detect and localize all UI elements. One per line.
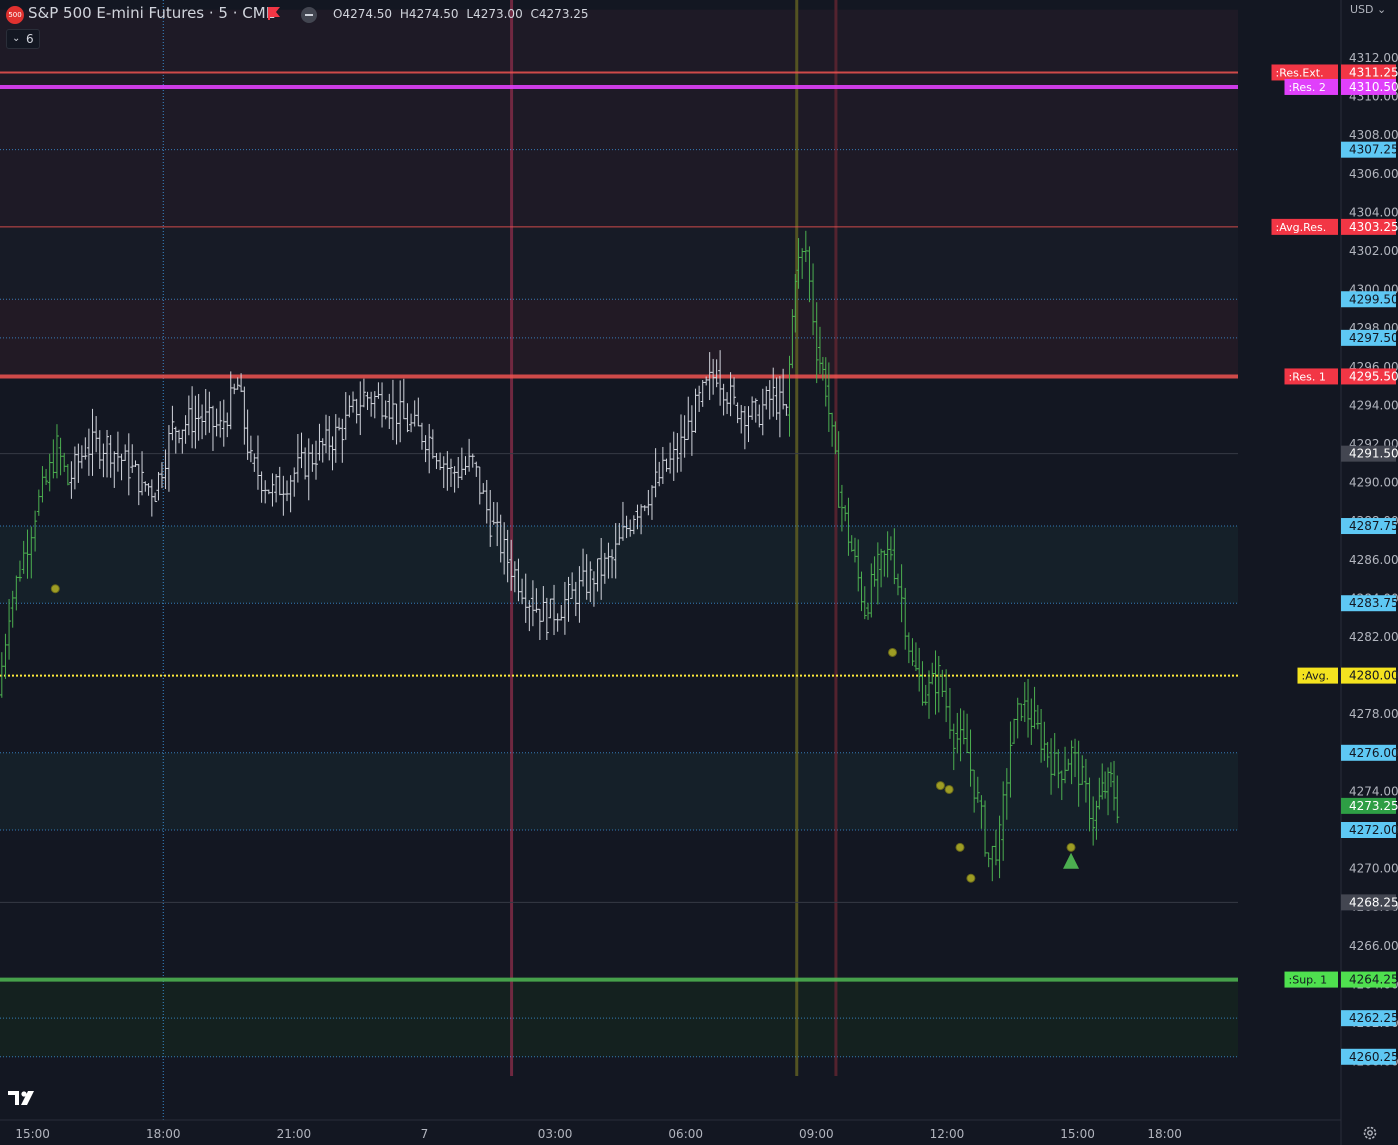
symbol-title[interactable]: S&P 500 E-mini Futures · 5 · CME bbox=[28, 4, 275, 22]
signal-dot bbox=[50, 584, 60, 594]
y-tick-label: 4278.00 bbox=[1349, 707, 1398, 721]
currency-selector[interactable]: USD ⌄ bbox=[1350, 3, 1386, 16]
level-label: :Res.Ext. bbox=[1276, 66, 1324, 79]
y-tick-label: 4266.00 bbox=[1349, 939, 1398, 953]
level-label: :Avg.Res. bbox=[1276, 221, 1327, 234]
signal-dot bbox=[888, 647, 898, 657]
price-tag-value: 4291.50 bbox=[1349, 447, 1398, 461]
x-tick-label: 21:00 bbox=[277, 1127, 312, 1141]
x-tick-label: 18:00 bbox=[1147, 1127, 1182, 1141]
x-tick-label: 09:00 bbox=[799, 1127, 834, 1141]
y-tick-label: 4274.00 bbox=[1349, 784, 1398, 798]
zone-band bbox=[0, 752, 1238, 830]
price-tag-value: 4311.25 bbox=[1349, 65, 1398, 79]
price-tag-value: 4272.00 bbox=[1349, 823, 1398, 837]
ohlc-high: H4274.50 bbox=[399, 7, 459, 21]
price-tag-value: 4260.25 bbox=[1349, 1050, 1398, 1064]
indicators-count: 6 bbox=[26, 32, 34, 46]
price-tag-value: 4280.00 bbox=[1349, 669, 1398, 683]
y-tick-label: 4304.00 bbox=[1349, 205, 1398, 219]
level-label: :Sup. 1 bbox=[1289, 974, 1328, 987]
price-chart[interactable]: 4312.004310.004308.004306.004304.004302.… bbox=[0, 0, 1398, 1145]
signal-dot bbox=[966, 873, 976, 883]
symbol-logo-icon: 500 bbox=[6, 6, 24, 24]
signal-dot bbox=[1066, 842, 1076, 852]
x-tick-label: 15:00 bbox=[1060, 1127, 1095, 1141]
x-tick-label: 15:00 bbox=[15, 1127, 50, 1141]
x-tick-label: 12:00 bbox=[930, 1127, 965, 1141]
price-tag-value: 4297.50 bbox=[1349, 331, 1398, 345]
y-tick-label: 4294.00 bbox=[1349, 398, 1398, 412]
ohlc-low: L4273.00 bbox=[466, 7, 523, 21]
ohlc-values: O4274.50 H4274.50 L4273.00 C4273.25 bbox=[333, 7, 593, 21]
price-tag-value: 4268.25 bbox=[1349, 895, 1398, 909]
price-tag-value: 4276.00 bbox=[1349, 746, 1398, 760]
price-tag-value: 4273.25 bbox=[1349, 799, 1398, 813]
y-tick-label: 4290.00 bbox=[1349, 476, 1398, 490]
price-tag-value: 4307.25 bbox=[1349, 143, 1398, 157]
x-tick-label: 06:00 bbox=[668, 1127, 703, 1141]
indicators-toggle-button[interactable]: ⌄ 6 bbox=[6, 29, 40, 49]
y-tick-label: 4302.00 bbox=[1349, 244, 1398, 258]
signal-dot bbox=[935, 781, 945, 791]
ohlc-close: C4273.25 bbox=[530, 7, 589, 21]
zone-band bbox=[0, 226, 1238, 300]
x-tick-label: 18:00 bbox=[146, 1127, 181, 1141]
price-tag-value: 4283.75 bbox=[1349, 596, 1398, 610]
gear-icon[interactable] bbox=[1362, 1125, 1378, 1141]
currency-label: USD bbox=[1350, 3, 1374, 16]
level-label: :Avg. bbox=[1302, 670, 1330, 683]
y-tick-label: 4312.00 bbox=[1349, 51, 1398, 65]
price-tag-value: 4303.25 bbox=[1349, 220, 1398, 234]
level-label: :Res. 2 bbox=[1289, 81, 1326, 94]
y-tick-label: 4286.00 bbox=[1349, 553, 1398, 567]
y-tick-label: 4270.00 bbox=[1349, 862, 1398, 876]
y-tick-label: 4306.00 bbox=[1349, 167, 1398, 181]
hide-series-icon[interactable] bbox=[301, 7, 317, 23]
price-tag-value: 4310.50 bbox=[1349, 80, 1398, 94]
tradingview-logo-icon[interactable] bbox=[8, 1089, 40, 1107]
price-tag-value: 4299.50 bbox=[1349, 292, 1398, 306]
price-tag-value: 4264.25 bbox=[1349, 973, 1398, 987]
y-tick-label: 4282.00 bbox=[1349, 630, 1398, 644]
x-tick-label: 7 bbox=[421, 1127, 429, 1141]
price-tag-value: 4262.25 bbox=[1349, 1011, 1398, 1025]
y-tick-label: 4308.00 bbox=[1349, 128, 1398, 142]
signal-dot bbox=[944, 784, 954, 794]
signal-dot bbox=[955, 842, 965, 852]
zone-band bbox=[0, 9, 1238, 227]
price-tag-value: 4287.75 bbox=[1349, 519, 1398, 533]
ohlc-open: O4274.50 bbox=[333, 7, 393, 21]
chevron-down-icon: ⌄ bbox=[12, 33, 21, 44]
flag-icon[interactable] bbox=[268, 7, 280, 20]
price-tag-value: 4295.50 bbox=[1349, 369, 1398, 383]
level-label: :Res. 1 bbox=[1289, 370, 1326, 383]
x-tick-label: 03:00 bbox=[538, 1127, 573, 1141]
